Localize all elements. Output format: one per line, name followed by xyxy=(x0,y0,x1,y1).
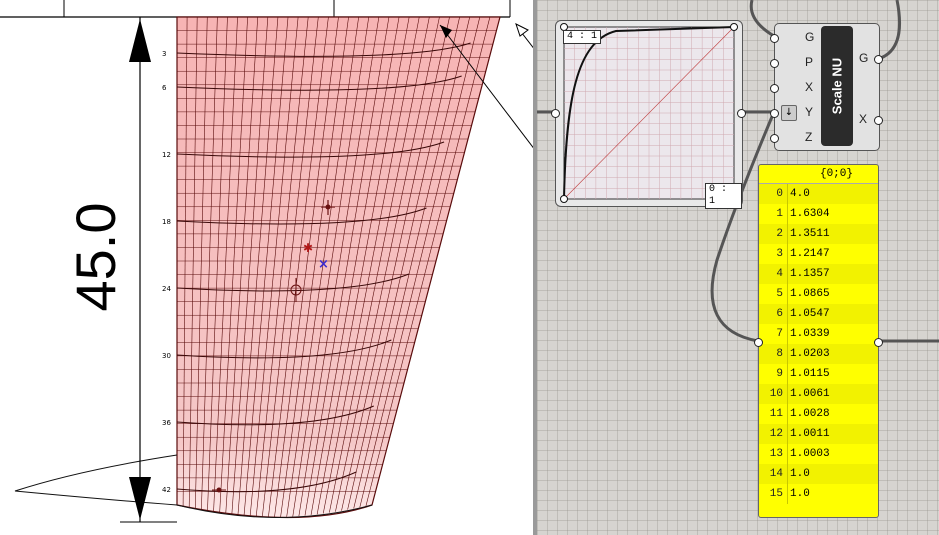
panel-row-index: 8 xyxy=(776,348,783,360)
panel-row-index: 6 xyxy=(776,308,783,320)
panel-row-value: 1.0 xyxy=(787,464,810,484)
graph-bottom-label: 0 : 1 xyxy=(705,183,742,209)
panel-row-index: 7 xyxy=(776,328,783,340)
grasshopper-canvas[interactable]: 4 : 1 0 : 1 G P X Y Z ↓ Scale NU G X {0;… xyxy=(537,0,939,535)
bulb-outline xyxy=(14,454,178,506)
panel-row-value: 1.1357 xyxy=(787,264,830,284)
panel-row: 3 1.2147 xyxy=(759,244,878,264)
dimension-label: 45.0 xyxy=(64,203,127,312)
panel-row: 7 1.0339 xyxy=(759,324,878,344)
graph-mapper-component[interactable]: 4 : 1 0 : 1 xyxy=(551,20,746,209)
data-panel[interactable]: {0;0} 0 4.0 1 1.6304 2 1.3511 3 1.2147 4 1.1357 5 1… xyxy=(754,164,883,518)
panel-row-index: 9 xyxy=(776,368,783,380)
scale-nu-title-text: Scale NU xyxy=(829,57,845,115)
panel-row: 8 1.0203 xyxy=(759,344,878,364)
output-grip[interactable] xyxy=(874,116,883,125)
panel-row-index: 13 xyxy=(769,448,783,460)
panel-row: 0 4.0 xyxy=(759,184,878,204)
panel-row-index: 2 xyxy=(776,228,783,240)
dimension-arrow-bottom xyxy=(129,477,151,520)
panel-row: 14 1.0 xyxy=(759,464,878,484)
input-port-g[interactable]: G xyxy=(805,30,814,44)
panel-row-value: 1.0 xyxy=(787,484,810,504)
station-label: 36 xyxy=(162,419,171,427)
panel-row-value: 1.0203 xyxy=(787,344,830,364)
rhino-viewport[interactable]: 45.0 3 6 12 18 24 30 36 42 ✱ × xyxy=(0,0,535,535)
panel-row: 1 1.6304 xyxy=(759,204,878,224)
station-label: 18 xyxy=(162,218,171,226)
station-label: 12 xyxy=(162,151,171,159)
viewport-drawing: 45.0 3 6 12 18 24 30 36 42 ✱ × xyxy=(0,0,535,523)
graph-corner-grip[interactable] xyxy=(560,195,568,203)
input-grip[interactable] xyxy=(770,34,779,43)
panel-row: 15 1.0 xyxy=(759,484,878,504)
panel-row-index: 15 xyxy=(769,488,783,500)
wire-to-g xyxy=(749,0,775,38)
panel-row-value: 1.2147 xyxy=(787,244,830,264)
station-labels: 3 6 12 18 24 30 36 42 xyxy=(162,50,171,494)
panel-row-value: 1.0061 xyxy=(787,384,830,404)
graft-arrow-icon[interactable]: ↓ xyxy=(781,105,797,121)
panel-row-value: 1.0547 xyxy=(787,304,830,324)
panel-row-value: 1.0003 xyxy=(787,444,830,464)
wire-out-g xyxy=(877,0,902,61)
panel-input-grip[interactable] xyxy=(754,338,763,347)
station-label: 3 xyxy=(162,50,166,58)
panel-row-value: 1.0865 xyxy=(787,284,830,304)
station-label: 6 xyxy=(162,84,167,92)
panel-row: 4 1.1357 xyxy=(759,264,878,284)
panel-row-index: 10 xyxy=(769,388,783,400)
input-grip[interactable] xyxy=(770,134,779,143)
graph-plot xyxy=(560,23,738,203)
panel-row-value: 1.0011 xyxy=(787,424,830,444)
panel-row-value: 1.6304 xyxy=(787,204,830,224)
panel-row-index: 14 xyxy=(769,468,783,480)
panel-row: 11 1.0028 xyxy=(759,404,878,424)
panel-row: 12 1.0011 xyxy=(759,424,878,444)
panel-row-index: 3 xyxy=(776,248,783,260)
panel-row-index: 5 xyxy=(776,288,783,300)
input-port-z[interactable]: Z xyxy=(805,130,812,144)
output-port-x[interactable]: X xyxy=(859,112,867,126)
graph-corner-grip[interactable] xyxy=(730,23,738,31)
station-label: 30 xyxy=(162,352,171,360)
panel-row-value: 1.0115 xyxy=(787,364,830,384)
input-grip[interactable] xyxy=(770,59,779,68)
red-cross-marker-icon[interactable]: ✱ xyxy=(303,241,313,255)
panel-row-value: 1.0339 xyxy=(787,324,830,344)
panel-row-value: 4.0 xyxy=(787,184,810,204)
input-port-x[interactable]: X xyxy=(805,80,813,94)
panel-row: 6 1.0547 xyxy=(759,304,878,324)
panel-row-index: 1 xyxy=(776,208,783,220)
panel-output-grip[interactable] xyxy=(874,338,883,347)
output-grip[interactable] xyxy=(874,55,883,64)
blue-cross-marker-icon[interactable]: × xyxy=(318,257,329,272)
panel-row-index: 12 xyxy=(769,428,783,440)
panel-row-index: 11 xyxy=(769,408,783,420)
panel-row: 2 1.3511 xyxy=(759,224,878,244)
panel-path-header: {0;0} xyxy=(759,165,878,184)
station-label: 42 xyxy=(162,486,171,494)
panel-row: 10 1.0061 xyxy=(759,384,878,404)
graph-top-label: 4 : 1 xyxy=(563,30,602,44)
leader-arrow-right-icon xyxy=(515,23,529,37)
panel-row-value: 1.3511 xyxy=(787,224,830,244)
panel-row: 9 1.0115 xyxy=(759,364,878,384)
input-port-y[interactable]: Y xyxy=(805,105,813,119)
panel-row-index: 4 xyxy=(776,268,783,280)
input-grip[interactable] xyxy=(770,84,779,93)
input-port-p[interactable]: P xyxy=(805,55,813,69)
dimension-arrow-top xyxy=(129,19,151,62)
scale-nu-component[interactable]: G P X Y Z ↓ Scale NU G X xyxy=(770,23,883,151)
panel-row: 5 1.0865 xyxy=(759,284,878,304)
input-grip[interactable] xyxy=(770,109,779,118)
station-label: 24 xyxy=(162,285,171,293)
panel-row-index: 0 xyxy=(776,188,783,200)
panel-row-value: 1.0028 xyxy=(787,404,830,424)
scale-nu-title: Scale NU xyxy=(821,26,853,146)
panel-row: 13 1.0003 xyxy=(759,444,878,464)
panel-rows: 0 4.0 1 1.6304 2 1.3511 3 1.2147 4 1.1357 5 1.0865 6… xyxy=(759,184,878,504)
output-port-g[interactable]: G xyxy=(859,51,868,65)
